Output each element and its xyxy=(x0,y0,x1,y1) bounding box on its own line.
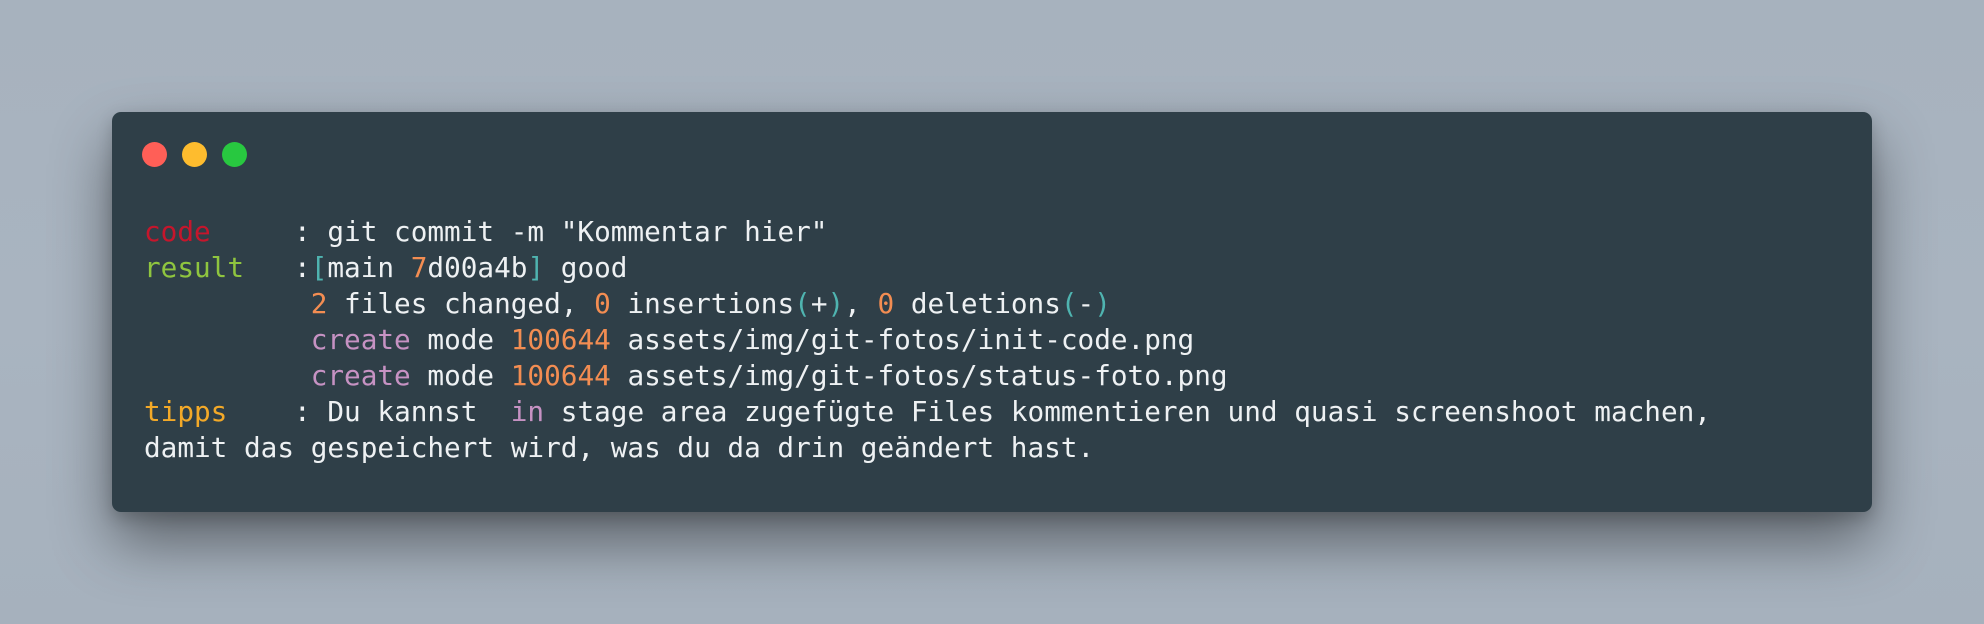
result-separator: : xyxy=(244,251,311,284)
code-separator: : xyxy=(210,215,328,248)
file-mode: 100644 xyxy=(510,323,611,356)
code-key: code xyxy=(144,215,211,248)
code-line: code : git commit -m "Kommentar hier" xyxy=(144,214,1711,250)
tipps-text-before: Du kannst xyxy=(327,395,511,428)
plus-paren-open: ( xyxy=(794,287,811,320)
summary-comma: , xyxy=(844,287,878,320)
files-count: 2 xyxy=(310,287,328,320)
result-branch: main xyxy=(327,251,411,284)
close-window-button[interactable] xyxy=(142,142,167,167)
minus-sign: - xyxy=(1077,287,1095,320)
tipps-line-continuation: damit das gespeichert wird, was du da dr… xyxy=(144,430,1711,466)
result-bracket-open: [ xyxy=(310,251,328,284)
tipps-key: tipps xyxy=(144,395,228,428)
file-mode-label: mode xyxy=(410,359,511,392)
file-action: create xyxy=(310,359,411,392)
file-path: assets/img/git-fotos/init-code.png xyxy=(610,323,1195,356)
tipps-text-line2: damit das gespeichert wird, was du da dr… xyxy=(144,431,1095,464)
terminal-window: code : git commit -m "Kommentar hier" res… xyxy=(112,112,1872,512)
maximize-window-button[interactable] xyxy=(222,142,247,167)
insertions-count: 0 xyxy=(594,287,611,320)
file-mode: 100644 xyxy=(510,359,611,392)
minimize-window-button[interactable] xyxy=(182,142,207,167)
file-mode-label: mode xyxy=(410,323,511,356)
file-action: create xyxy=(310,323,411,356)
file-line: create mode 100644 assets/img/git-fotos/… xyxy=(144,358,1711,394)
summary-indent xyxy=(144,287,311,320)
result-hash-rest: d00a4b xyxy=(427,251,528,284)
tipps-text-after: stage area zugefügte Files kommentieren … xyxy=(544,395,1711,428)
result-bracket-close: ] xyxy=(527,251,545,284)
file-path: assets/img/git-fotos/status-foto.png xyxy=(610,359,1228,392)
result-hash-digit: 7 xyxy=(410,251,428,284)
tipps-keyword: in xyxy=(510,395,545,428)
result-line: result :[main 7d00a4b] good xyxy=(144,250,1711,286)
file-line: create mode 100644 assets/img/git-fotos/… xyxy=(144,322,1711,358)
minus-paren-close: ) xyxy=(1094,287,1111,320)
code-command: git commit -m "Kommentar hier" xyxy=(327,215,828,248)
result-status: good xyxy=(544,251,628,284)
file-indent xyxy=(144,359,311,392)
files-text: files changed, xyxy=(327,287,595,320)
tipps-separator: : xyxy=(227,395,328,428)
code-block: code : git commit -m "Kommentar hier" res… xyxy=(144,214,1711,466)
deletions-text: deletions xyxy=(894,287,1061,320)
result-key: result xyxy=(144,251,245,284)
file-indent xyxy=(144,323,311,356)
plus-sign: + xyxy=(810,287,828,320)
tipps-line: tipps : Du kannst in stage area zugefügt… xyxy=(144,394,1711,430)
plus-paren-close: ) xyxy=(827,287,845,320)
deletions-count: 0 xyxy=(877,287,895,320)
minus-paren-open: ( xyxy=(1060,287,1078,320)
summary-line: 2 files changed, 0 insertions(+), 0 dele… xyxy=(144,286,1711,322)
insertions-text: insertions xyxy=(610,287,795,320)
